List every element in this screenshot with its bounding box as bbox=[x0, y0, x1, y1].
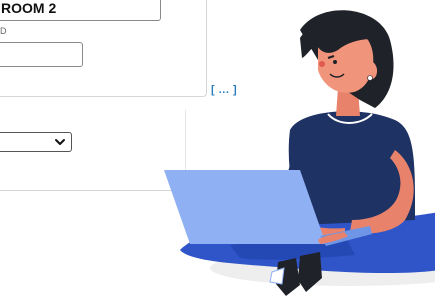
cheek bbox=[319, 61, 325, 67]
earring bbox=[367, 75, 373, 81]
shoe-right bbox=[298, 252, 322, 292]
eye bbox=[333, 60, 337, 64]
woman-with-laptop-illustration bbox=[164, 10, 435, 296]
laptop-screen bbox=[164, 170, 326, 244]
